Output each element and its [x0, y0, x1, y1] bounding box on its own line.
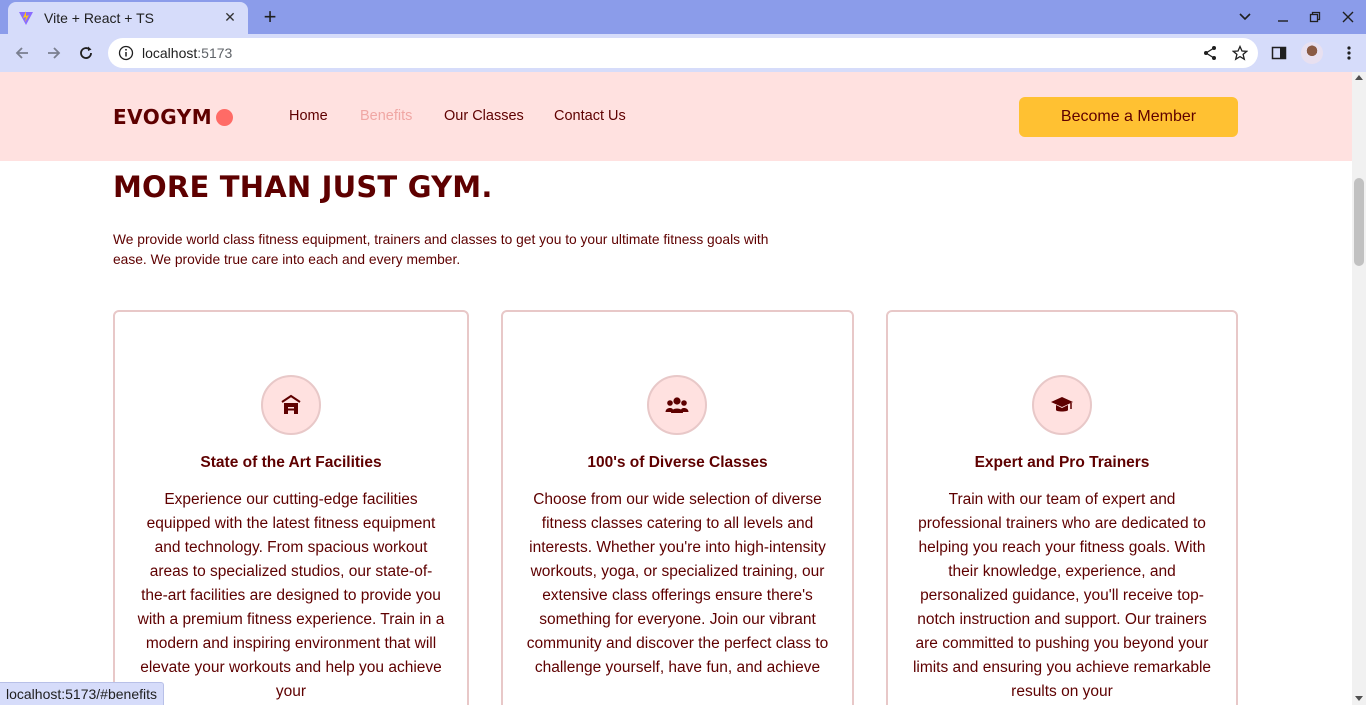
link-status-bar: localhost:5173/#benefits	[0, 682, 164, 705]
forward-arrow-icon[interactable]	[43, 42, 65, 64]
profile-avatar[interactable]	[1301, 42, 1323, 64]
reload-icon[interactable]	[75, 42, 97, 64]
benefit-card-text: Experience our cutting-edge facilities e…	[137, 491, 445, 700]
benefit-card-facilities: State of the Art Facilities Experience o…	[113, 310, 469, 705]
site-info-icon[interactable]	[118, 45, 134, 61]
share-icon[interactable]	[1202, 45, 1218, 65]
browser-tab[interactable]: Vite + React + TS ✕	[8, 2, 248, 34]
minimize-icon[interactable]	[1273, 7, 1293, 27]
browser-toolbar: localhost:5173	[0, 34, 1366, 72]
benefit-card-text: Choose from our wide selection of divers…	[526, 491, 829, 676]
benefit-card-title: 100's of Diverse Classes	[587, 454, 768, 471]
vite-logo-icon	[19, 11, 33, 25]
url-host: localhost	[142, 45, 198, 61]
address-bar[interactable]: localhost:5173	[108, 38, 1258, 68]
benefits-heading: MORE THAN JUST GYM.	[113, 170, 493, 204]
menu-kebab-icon[interactable]	[1338, 42, 1360, 64]
nav-link-contact-us[interactable]: Contact Us	[554, 108, 626, 124]
tab-title: Vite + React + TS	[44, 10, 154, 26]
close-window-icon[interactable]	[1338, 7, 1358, 27]
tab-close-icon[interactable]: ✕	[222, 10, 238, 26]
nav-link-our-classes[interactable]: Our Classes	[444, 108, 524, 124]
site-navbar: EVOGYM Home Benefits Our Classes Contact…	[0, 72, 1352, 161]
scroll-up-arrow-icon[interactable]	[1355, 75, 1363, 80]
gym-building-icon	[261, 375, 321, 435]
scroll-down-arrow-icon[interactable]	[1355, 696, 1363, 701]
become-member-button[interactable]: Become a Member	[1019, 97, 1238, 137]
evogym-logo[interactable]: EVOGYM	[113, 105, 234, 129]
side-panel-icon[interactable]	[1268, 42, 1290, 64]
benefit-card-trainers: Expert and Pro Trainers Train with our t…	[886, 310, 1238, 705]
back-arrow-icon[interactable]	[11, 42, 33, 64]
new-tab-button[interactable]: +	[258, 6, 282, 28]
page-viewport: MORE THAN JUST GYM. We provide world cla…	[0, 72, 1352, 705]
nav-link-home[interactable]: Home	[289, 108, 328, 124]
logo-text: EVOGYM	[113, 105, 213, 129]
benefit-card-title: Expert and Pro Trainers	[974, 454, 1150, 471]
graduation-cap-icon	[1032, 375, 1092, 435]
user-group-icon	[647, 375, 707, 435]
nav-link-benefits[interactable]: Benefits	[360, 108, 412, 124]
benefit-card-title: State of the Art Facilities	[200, 454, 382, 471]
benefit-card-classes: 100's of Diverse Classes Choose from our…	[501, 310, 854, 705]
scroll-thumb[interactable]	[1354, 178, 1364, 266]
tab-search-icon[interactable]	[1235, 7, 1255, 27]
browser-tab-bar: Vite + React + TS ✕ +	[0, 0, 1366, 34]
logo-dot-icon	[216, 108, 234, 126]
benefits-intro: We provide world class fitness equipment…	[113, 232, 769, 267]
bookmark-star-icon[interactable]	[1231, 44, 1249, 65]
page-scrollbar[interactable]	[1352, 72, 1366, 705]
benefit-card-text: Train with our team of expert and profes…	[912, 491, 1212, 700]
restore-icon[interactable]	[1305, 7, 1325, 27]
url-port: :5173	[197, 45, 233, 61]
